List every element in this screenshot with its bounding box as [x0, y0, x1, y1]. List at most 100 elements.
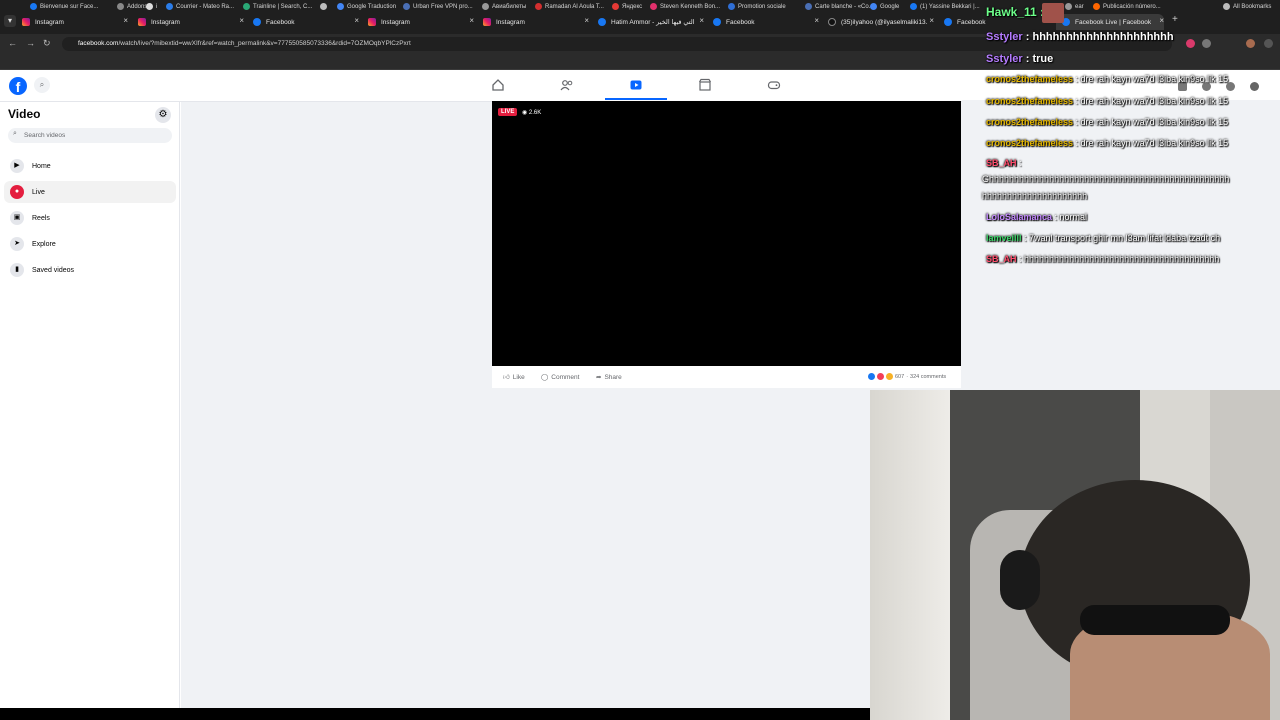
browser-tab[interactable]: Facebook Live | Facebook ×: [1056, 14, 1164, 30]
bookmark-label: Google: [880, 3, 900, 10]
bookmark-item[interactable]: ear: [1065, 3, 1084, 10]
marketplace-nav-icon[interactable]: [698, 78, 712, 92]
chat-message: hhhhhhhhhhhhhhhhhhhhh: [982, 191, 1087, 201]
bookmark-label: Bienvenue sur Face...: [40, 3, 99, 10]
sidebar-item-reels[interactable]: ▣ Reels: [4, 207, 176, 229]
profile-avatar[interactable]: [1246, 39, 1255, 48]
bookmark-favicon-icon: [728, 3, 735, 10]
chat-message: cronos2thefameless : dre rah kayn wa7d l…: [986, 74, 1228, 84]
instagram-icon: [483, 18, 491, 26]
bookmark-item[interactable]: All Bookmarks: [1223, 3, 1271, 10]
friends-nav-icon[interactable]: [560, 78, 574, 92]
bookmark-label: Trainline | Search, C...: [253, 3, 313, 10]
bookmark-favicon-icon: [117, 3, 124, 10]
bookmark-favicon-icon: [1223, 3, 1230, 10]
new-tab-icon[interactable]: +: [1172, 14, 1178, 25]
browser-tab-label: Facebook Live | Facebook: [1075, 18, 1152, 26]
bookmark-item[interactable]: Courrier - Mateo Ra...: [166, 3, 234, 10]
reload-icon[interactable]: ↻: [43, 38, 51, 49]
bookmark-label: Google Traduction: [347, 3, 397, 10]
like-button[interactable]: 👍︎ Like: [503, 373, 525, 382]
browser-tab[interactable]: Facebook ×: [253, 14, 359, 30]
extension-icon[interactable]: [1186, 39, 1195, 48]
browser-tab[interactable]: Facebook ×: [713, 14, 819, 30]
bookmark-item[interactable]: Carte blanche - «Co...: [805, 3, 874, 10]
sidebar-item-live[interactable]: ● Live: [4, 181, 176, 203]
bookmark-item[interactable]: Google Traduction: [337, 3, 396, 10]
close-tab-icon[interactable]: ×: [1159, 16, 1164, 25]
browser-menu-icon[interactable]: [1264, 39, 1273, 48]
browser-tab[interactable]: Instagram ×: [483, 14, 589, 30]
search-videos-input[interactable]: Search videos: [8, 128, 172, 143]
bookmark-item[interactable]: (1) Yassine Bekkari |...: [910, 3, 980, 10]
close-tab-icon[interactable]: ×: [123, 16, 128, 25]
facebook-logo[interactable]: f: [9, 77, 27, 95]
bookmark-favicon-icon: [650, 3, 657, 10]
bookmark-item[interactable]: Ramadan Al Aoula T...: [535, 3, 604, 10]
settings-gear-icon[interactable]: ⚙: [155, 107, 171, 123]
extensions-puzzle-icon[interactable]: [1202, 39, 1211, 48]
live-video-player[interactable]: [492, 101, 961, 366]
bookmark-item[interactable]: Urban Free VPN pro...: [403, 3, 473, 10]
browser-tab[interactable]: Instagram ×: [368, 14, 474, 30]
sidebar-title: Video: [8, 107, 41, 121]
chat-username: cronos2thefameless: [986, 138, 1074, 148]
overlay-username-text: Hawk_11: [986, 5, 1037, 19]
bookmark-item[interactable]: Google: [870, 3, 899, 10]
browser-tab[interactable]: (35)ilyahoo (@ilyaselmaliki13... ×: [828, 14, 934, 30]
reels-icon: ▣: [10, 211, 24, 225]
browser-tab[interactable]: Hatim Ammor - التي فيها الخير ×: [598, 14, 704, 30]
viewer-count-text: 2.6K: [528, 110, 542, 116]
bookmark-item[interactable]: Addons: [117, 3, 147, 10]
bookmark-item[interactable]: Promotion sociale: [728, 3, 786, 10]
bookmark-item[interactable]: Bienvenue sur Face...: [30, 3, 98, 10]
sidebar-item-explore[interactable]: ➤ Explore: [4, 233, 176, 255]
search-icon[interactable]: ⌕: [34, 77, 50, 93]
overlay-chat-text: : hhhhhhhhhhhhhhhhhhhhh: [1022, 31, 1174, 43]
separator-dot: ·: [906, 373, 909, 380]
browser-tab-label: Facebook: [957, 18, 986, 26]
share-label: Share: [604, 373, 622, 381]
close-tab-icon[interactable]: ×: [469, 16, 474, 25]
forward-icon[interactable]: →: [26, 38, 35, 48]
sidebar-item-saved-videos[interactable]: ▮ Saved videos: [4, 259, 176, 281]
bookmark-label: (1) Yassine Bekkari |...: [920, 3, 980, 10]
chat-username: cronos2thefameless: [986, 96, 1074, 106]
share-button[interactable]: ➦ Share: [596, 373, 622, 382]
bookmark-item[interactable]: Steven Kenneth Bon...: [650, 3, 720, 10]
chat-text: : hhhhhhhhhhhhhhhhhhhhhhhhhhhhhhhhhhhhhh…: [1016, 254, 1220, 264]
comment-count[interactable]: 324 comments: [910, 374, 946, 380]
live-icon: ●: [10, 185, 24, 199]
close-tab-icon[interactable]: ×: [354, 16, 359, 25]
close-tab-icon[interactable]: ×: [699, 16, 704, 25]
bookmark-item[interactable]: Publicación número...: [1093, 3, 1161, 10]
close-tab-icon[interactable]: ×: [584, 16, 589, 25]
back-icon[interactable]: ←: [8, 38, 17, 48]
close-tab-icon[interactable]: ×: [929, 16, 934, 25]
bookmark-item[interactable]: [320, 3, 330, 10]
bookmark-item[interactable]: Trainline | Search, C...: [243, 3, 312, 10]
gaming-nav-icon[interactable]: [767, 78, 781, 92]
bookmark-label: Addons: [127, 3, 148, 10]
bookmark-item[interactable]: i: [146, 3, 157, 10]
bookmark-favicon-icon: [1065, 3, 1072, 10]
reaction-count: 607: [895, 373, 905, 380]
reactions-summary[interactable]: 607 · 324 comments: [868, 373, 946, 380]
home-nav-icon[interactable]: [491, 78, 505, 92]
tab-search-icon[interactable]: ▾: [4, 15, 16, 27]
account-avatar[interactable]: [1250, 82, 1259, 91]
sidebar-item-home[interactable]: ▶ Home: [4, 155, 176, 177]
chat-message: SB_AH : hhhhhhhhhhhhhhhhhhhhhhhhhhhhhhhh…: [986, 254, 1219, 264]
browser-tab-label: (35)ilyahoo (@ilyaselmaliki13...: [841, 18, 927, 26]
video-nav-icon[interactable]: [629, 78, 643, 92]
bookmark-item[interactable]: Авиабилеты: [482, 3, 526, 10]
close-tab-icon[interactable]: ×: [814, 16, 819, 25]
close-tab-icon[interactable]: ×: [239, 16, 244, 25]
comment-button[interactable]: ◯ Comment: [541, 373, 579, 382]
like-label: Like: [512, 373, 525, 381]
chat-message: Ghhhhhhhhhhhhhhhhhhhhhhhhhhhhhhhhhhhhhhh…: [982, 174, 1229, 184]
browser-tab[interactable]: Instagram ×: [22, 14, 128, 30]
bookmark-favicon-icon: [243, 3, 250, 10]
browser-tab[interactable]: Instagram ×: [138, 14, 244, 30]
bookmark-item[interactable]: Яндекс: [612, 3, 642, 10]
